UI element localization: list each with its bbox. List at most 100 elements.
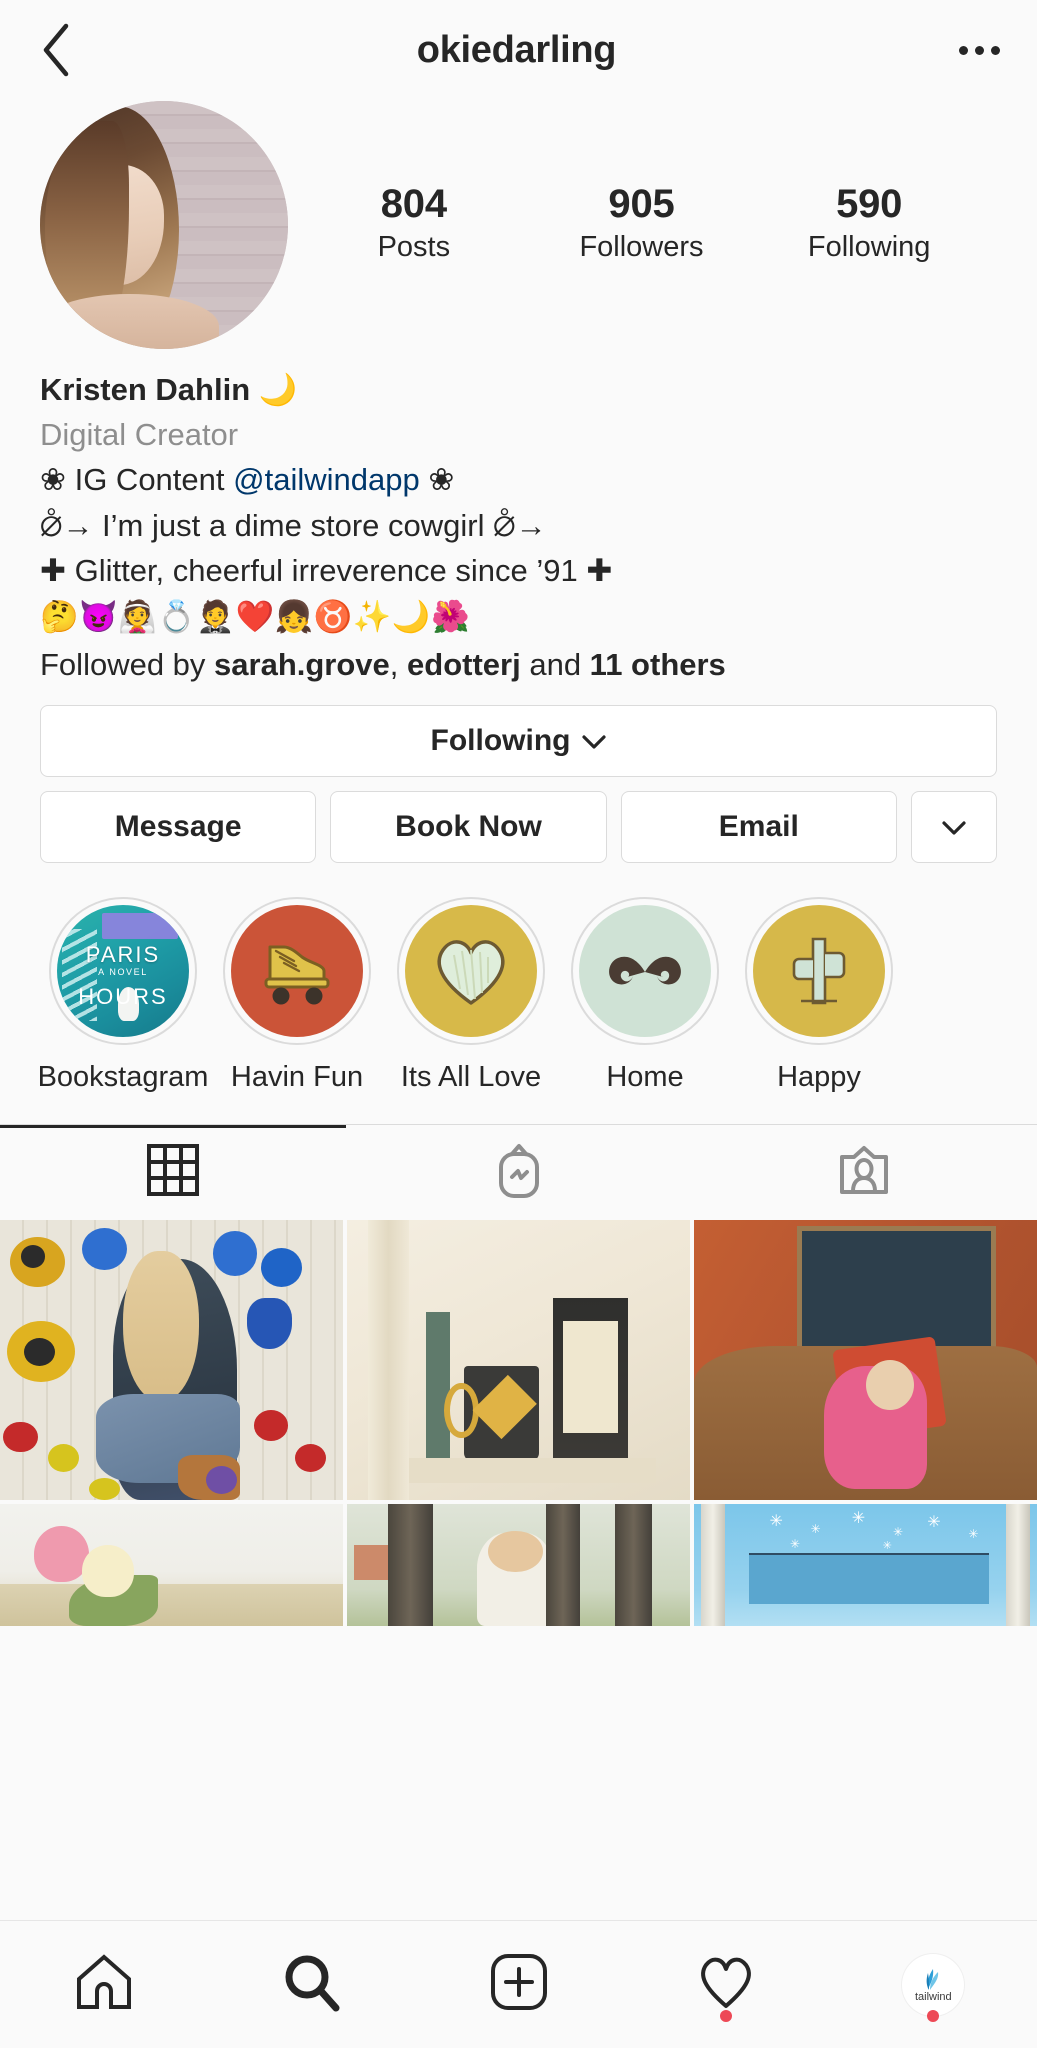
stats-row: 804 Posts 905 Followers 590 Following <box>290 183 997 267</box>
profile-notification-dot <box>927 2010 940 2022</box>
tailwind-avatar-icon: tailwind <box>902 1953 965 2016</box>
create-nav[interactable] <box>415 1921 622 2048</box>
highlight-label: Its All Love <box>400 1060 542 1093</box>
tab-tagged[interactable] <box>691 1125 1037 1220</box>
tab-grid[interactable] <box>0 1125 346 1220</box>
chevron-down-icon <box>582 724 607 758</box>
page-title: okiedarling <box>416 28 617 71</box>
message-button[interactable]: Message <box>40 790 317 863</box>
followed-by-others[interactable]: 11 others <box>590 647 726 682</box>
email-button[interactable]: Email <box>620 790 897 863</box>
highlight-label: Bookstagram <box>37 1060 209 1093</box>
cactus-icon <box>753 904 885 1037</box>
stat-followers[interactable]: 905 Followers <box>566 183 716 267</box>
profile-nav[interactable]: tailwind <box>830 1921 1037 2048</box>
plus-square-icon <box>488 1951 550 2018</box>
highlight-label: Home <box>606 1060 684 1093</box>
tailwind-label: tailwind <box>914 1990 952 2003</box>
followed-by-mid: and <box>520 647 590 683</box>
back-chevron-icon[interactable] <box>30 23 82 77</box>
tagged-person-icon <box>837 1143 891 1202</box>
avatar[interactable] <box>40 101 288 349</box>
stat-following[interactable]: 590 Following <box>794 183 944 267</box>
heart-icon <box>405 904 537 1037</box>
bio-line-1: ❀ IG Content @tailwindapp ❀ <box>40 457 997 503</box>
book-cover-title: PARIS <box>85 941 161 967</box>
bio-line-3: ✚ Glitter, cheerful irreverence since ’9… <box>40 553 613 589</box>
book-cover-subtitle: A NOVEL <box>98 966 148 977</box>
message-button-label: Message <box>114 809 242 843</box>
bio-emoji-line: 🤔😈👰💍🤵❤️👧♉✨🌙🌺 <box>40 598 471 634</box>
more-actions-button[interactable] <box>910 790 997 863</box>
heart-icon <box>695 1953 757 2016</box>
highlight-ring <box>745 896 893 1045</box>
search-nav[interactable] <box>207 1921 414 2048</box>
highlight-happy[interactable]: Happy <box>732 896 906 1094</box>
home-icon <box>73 1951 135 2018</box>
highlight-ring: PARIS A NOVEL HOURS <box>49 896 197 1045</box>
tab-igtv[interactable] <box>346 1125 692 1220</box>
bottom-navigation: tailwind <box>0 1920 1037 2048</box>
more-options-icon[interactable] <box>951 24 1007 76</box>
mustache-icon <box>579 904 711 1037</box>
activity-notification-dot <box>719 2010 732 2022</box>
display-name: Kristen Dahlin 🌙 <box>40 372 298 407</box>
instagram-profile-screen: okiedarling 804 Posts 905 Followers 590 … <box>0 0 1037 2048</box>
paris-hours-book-cover: PARIS A NOVEL HOURS <box>57 904 189 1037</box>
posts-count: 804 <box>380 181 447 226</box>
followed-by-name-2[interactable]: edotterj <box>407 647 521 682</box>
profile-summary: 804 Posts 905 Followers 590 Following <box>0 100 1037 349</box>
avatar-container <box>40 101 290 349</box>
grid-post-6[interactable]: ✳ ✳ ✳ ✳ ✳ ✳ ✳ ✳ <box>694 1503 1037 1626</box>
story-highlights: PARIS A NOVEL HOURS Bookstagram Havin Fu… <box>0 863 1037 1094</box>
search-icon <box>280 1951 342 2018</box>
action-buttons: Following Message Book Now Email <box>0 689 1037 863</box>
home-nav[interactable] <box>0 1921 207 2048</box>
account-category: Digital Creator <box>40 416 239 452</box>
book-now-button-label: Book Now <box>395 809 542 843</box>
highlight-home[interactable]: Home <box>558 896 732 1094</box>
chevron-down-icon <box>941 810 967 844</box>
highlight-havin-fun[interactable]: Havin Fun <box>210 896 384 1094</box>
following-button-label: Following <box>430 723 571 757</box>
igtv-icon <box>492 1142 546 1203</box>
highlight-bookstagram[interactable]: PARIS A NOVEL HOURS Bookstagram <box>36 896 210 1094</box>
following-button[interactable]: Following <box>40 704 997 777</box>
grid-post-5[interactable] <box>347 1503 690 1626</box>
followed-by-name-1[interactable]: sarah.grove <box>214 647 390 682</box>
tailwindapp-mention-link[interactable]: @tailwindapp <box>233 462 420 497</box>
followed-by-separator: , <box>389 647 408 683</box>
highlight-label: Havin Fun <box>230 1060 364 1093</box>
profile-tabs <box>0 1123 1037 1220</box>
highlight-its-all-love[interactable]: Its All Love <box>384 896 558 1094</box>
highlight-label: Happy <box>777 1060 861 1093</box>
following-label: Following <box>807 231 931 264</box>
followed-by-prefix: Followed by <box>40 647 215 683</box>
bio-line-2: ⦲→ I’m just a dime store cowgirl ⦲→ <box>40 507 547 543</box>
post-grid: ✳ ✳ ✳ ✳ ✳ ✳ ✳ ✳ <box>0 1219 1037 1626</box>
activity-nav[interactable] <box>622 1921 829 2048</box>
bio-line-1-suffix: ❀ <box>419 462 455 498</box>
highlight-ring <box>223 896 371 1045</box>
grid-post-3[interactable] <box>694 1219 1037 1500</box>
following-count: 590 <box>836 181 903 226</box>
avatar-shoulder <box>40 294 219 349</box>
book-cover-title-2: HOURS <box>78 984 168 1010</box>
roller-skate-icon <box>231 904 363 1037</box>
book-now-button[interactable]: Book Now <box>330 790 607 863</box>
secondary-action-row: Message Book Now Email <box>40 790 997 863</box>
email-button-label: Email <box>718 809 799 843</box>
stat-posts[interactable]: 804 Posts <box>339 183 489 267</box>
grid-post-1[interactable] <box>0 1219 343 1500</box>
followers-label: Followers <box>579 231 704 264</box>
highlight-ring <box>571 896 719 1045</box>
posts-label: Posts <box>377 231 451 264</box>
grid-icon <box>146 1143 199 1201</box>
followed-by-text[interactable]: Followed by sarah.grove, edotterj and 11… <box>40 642 997 689</box>
bio-section: Kristen Dahlin 🌙 Digital Creator ❀ IG Co… <box>0 340 1037 689</box>
app-header: okiedarling <box>0 0 1037 100</box>
followers-count: 905 <box>608 181 675 226</box>
grid-post-4[interactable] <box>0 1503 343 1626</box>
grid-post-2[interactable] <box>347 1219 690 1500</box>
bio-line-1-prefix: ❀ IG Content <box>40 462 234 498</box>
